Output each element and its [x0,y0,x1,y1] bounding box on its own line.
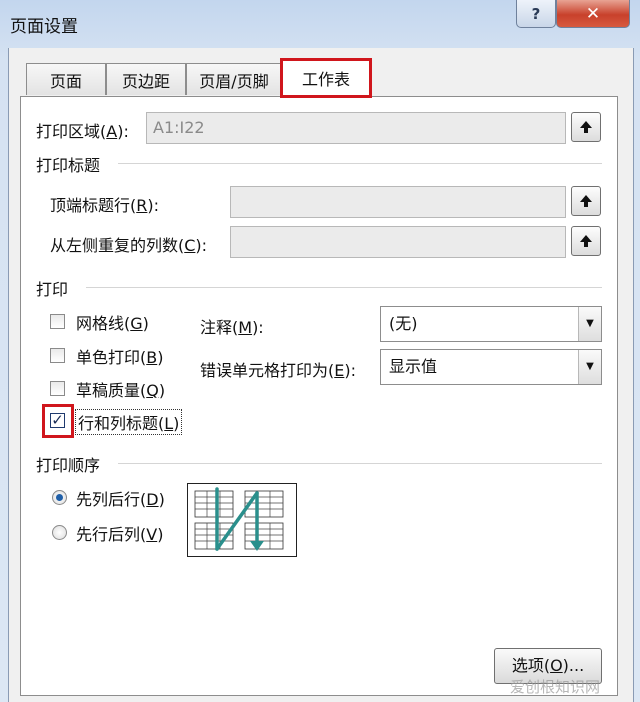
page-order-divider [118,463,602,464]
print-area-collapse-button[interactable] [571,112,601,142]
collapse-up-icon [580,121,592,133]
print-titles-divider [118,163,602,164]
over-then-down-radio[interactable] [52,525,67,540]
print-divider [86,287,602,288]
chevron-down-icon[interactable]: ▼ [578,307,601,341]
rows-collapse-button[interactable] [571,186,601,216]
help-button[interactable]: ? [516,0,556,28]
down-then-over-radio[interactable] [52,490,67,505]
draft-checkbox[interactable] [50,381,65,396]
collapse-up-icon [580,235,592,247]
comments-select[interactable]: (无) ▼ [380,306,602,342]
page-order-heading: 打印顺序 [36,456,101,475]
rows-to-repeat-input[interactable] [230,186,566,218]
page-order-preview-icon [187,483,297,557]
rows-to-repeat-label: 顶端标题行(R): [50,196,160,215]
errors-select[interactable]: 显示值 ▼ [380,349,602,385]
tab-page[interactable]: 页面 [26,63,106,95]
gridlines-checkbox[interactable] [50,314,65,329]
tab-sheet[interactable]: 工作表 [280,58,372,98]
mono-label: 单色打印(B) [76,348,164,367]
print-area-input[interactable]: A1:I22 [146,112,566,144]
cols-to-repeat-input[interactable] [230,226,566,258]
headings-label: 行和列标题(L) [74,409,183,435]
comments-value: (无) [389,314,418,333]
tab-header-footer[interactable]: 页眉/页脚 [186,63,282,95]
print-heading: 打印 [36,280,69,299]
print-area-label: 打印区域(A): [36,122,129,141]
print-titles-heading: 打印标题 [36,156,101,175]
over-then-down-label: 先行后列(V) [76,525,164,544]
cols-collapse-button[interactable] [571,226,601,256]
gridlines-label: 网格线(G) [76,314,149,333]
watermark: 爱创根知识网 [510,678,601,696]
errors-value: 显示值 [389,357,438,376]
tab-margins[interactable]: 页边距 [106,63,186,95]
mono-checkbox[interactable] [50,348,65,363]
comments-label: 注释(M): [200,318,264,337]
chevron-down-icon[interactable]: ▼ [578,350,601,384]
errors-label: 错误单元格打印为(E): [200,361,356,380]
draft-label: 草稿质量(Q) [76,381,166,400]
dialog-title: 页面设置 [10,17,78,37]
down-then-over-label: 先列后行(D) [76,490,165,509]
cols-to-repeat-label: 从左侧重复的列数(C): [50,236,208,255]
close-button[interactable]: ✕ [556,0,630,28]
headings-checkbox[interactable]: ✓ [50,413,65,428]
collapse-up-icon [580,195,592,207]
